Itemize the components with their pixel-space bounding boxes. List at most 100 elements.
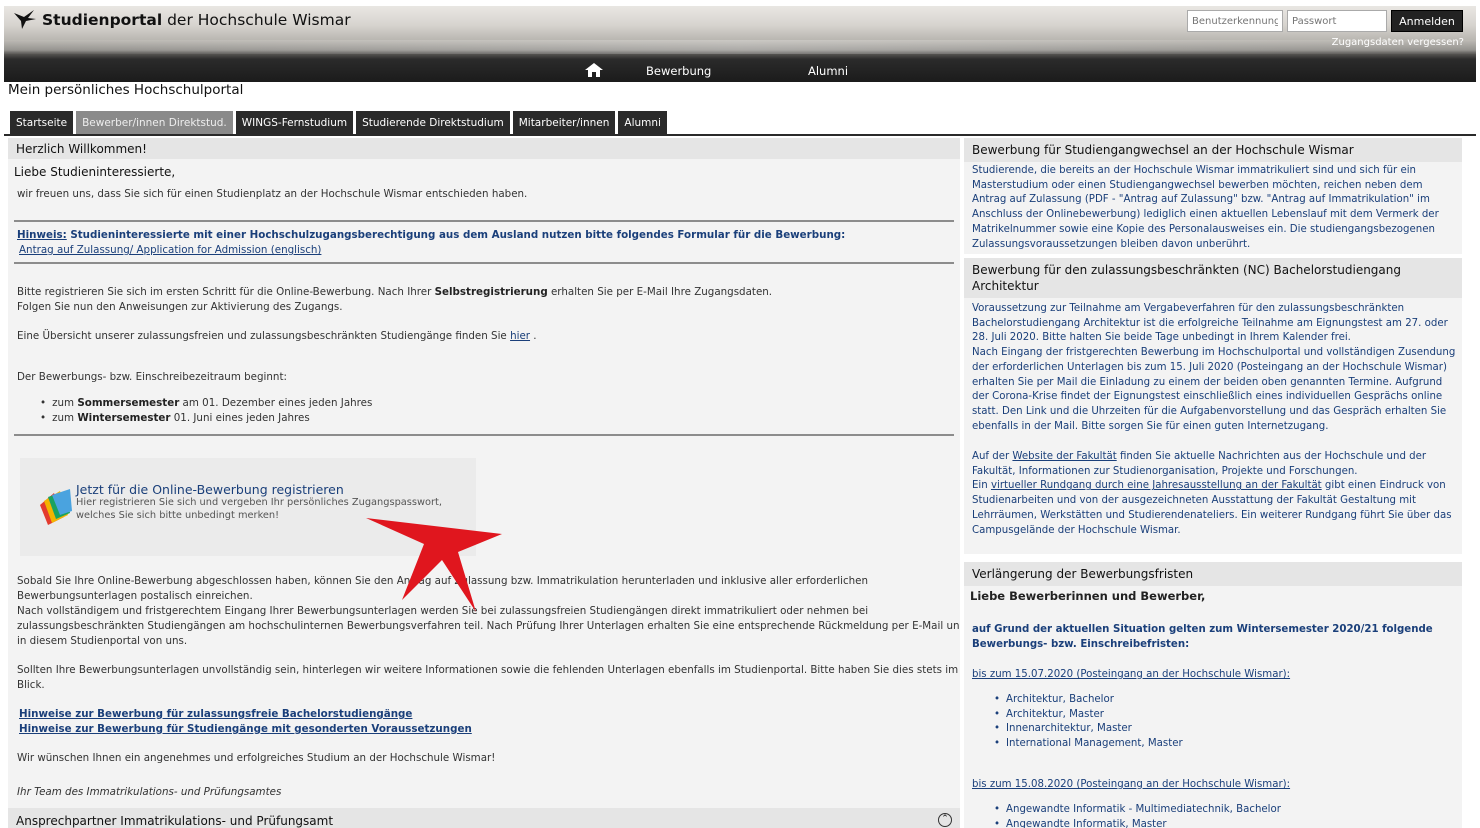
architecture-nc-text: Voraussetzung zur Teilnahme am Vergabeve… — [972, 302, 1455, 434]
welcome-greeting: Liebe Studieninteressierte, — [14, 165, 176, 179]
text-line: erhalten Sie per Mail die Einladung zu e… — [972, 376, 1443, 388]
tab-mitarbeiter[interactable]: Mitarbeiter/innen — [512, 111, 616, 135]
text-line: ebenfalls in der Mail. Bitte sorgen Sie … — [972, 420, 1329, 432]
deadline-greeting: Liebe Bewerberinnen und Bewerber, — [970, 589, 1206, 603]
list-item: Architektur, Master — [994, 708, 1183, 723]
text-line: Lehrräumen, Werkstätten und Studierenden… — [972, 509, 1452, 521]
period-pre: zum — [52, 412, 78, 424]
divider — [14, 434, 954, 436]
period-intro: Der Bewerbungs- bzw. Einschreibezeitraum… — [17, 371, 287, 383]
text-line: Nach Eingang der fristgerechten Bewerbun… — [972, 347, 1456, 359]
collapse-icon[interactable]: ⌃ — [938, 813, 952, 827]
deadline-july-list: Architektur, Bachelor Architektur, Maste… — [994, 693, 1183, 752]
hint-text: Studieninteressierte mit einer Hochschul… — [66, 229, 846, 241]
list-item: International Management, Master — [994, 737, 1183, 752]
header-background-haze — [4, 40, 1476, 54]
nav-bewerbung[interactable]: Bewerbung — [646, 64, 711, 78]
username-input[interactable] — [1187, 10, 1283, 32]
incomplete-docs-text: Sollten Ihre Bewerbungsunterlagen unvoll… — [17, 663, 958, 693]
study-change-block: Bewerbung für Studiengangwechsel an der … — [964, 138, 1462, 254]
reg-text-c: erhalten Sie per E-Mail Ihre Zugangsdate… — [547, 286, 773, 298]
heading-line: Architektur — [972, 279, 1039, 293]
study-change-text: Studierende, die bereits an der Hochschu… — [972, 164, 1439, 252]
paragraph-line: in diesem Studienportal von uns. — [17, 635, 188, 647]
period-list: zum Sommersemester am 01. Dezember eines… — [40, 396, 372, 426]
period-post: am 01. Dezember eines jeden Jahres — [179, 397, 373, 409]
site-logo[interactable]: Studienportal der Hochschule Wismar — [12, 9, 351, 31]
fak-post: finden Sie aktuelle Nachrichten aus der … — [1116, 451, 1427, 462]
deadline-august-link[interactable]: bis zum 15.08.2020 (Posteingang an der H… — [972, 778, 1290, 793]
architecture-nc-block: Bewerbung für den zulassungsbeschränkten… — [964, 258, 1462, 554]
overview-here-link[interactable]: hier — [510, 330, 530, 342]
tab-studierende-direktstudium[interactable]: Studierende Direktstudium — [356, 111, 510, 135]
registration-box-title[interactable]: Jetzt für die Online-Bewerbung registrie… — [76, 482, 344, 497]
news-sidebar: Bewerbung für Studiengangwechsel an der … — [964, 138, 1462, 828]
nav-alumni[interactable]: Alumni — [808, 64, 848, 78]
hint-special-requirements-link[interactable]: Hinweise zur Bewerbung für Studiengänge … — [19, 722, 472, 737]
forgot-credentials-link[interactable]: Zugangsdaten vergessen? — [1332, 37, 1464, 48]
faculty-website-link[interactable]: Website der Fakultät — [1012, 451, 1116, 462]
tab-bewerber-direktstudium[interactable]: Bewerber/innen Direktstud. — [76, 111, 233, 135]
home-icon[interactable] — [585, 63, 603, 77]
welcome-panel: Herzlich Willkommen! Liebe Studienintere… — [8, 138, 960, 828]
registration-instructions-2: Folgen Sie nun den Anweisungen zur Aktiv… — [17, 301, 343, 313]
text-line: Zulassungsvoraussetzungen bleiben davon … — [972, 238, 1251, 250]
hint-free-bachelor-link[interactable]: Hinweise zur Bewerbung für zulassungsfre… — [19, 707, 412, 722]
text-line: Studienarbeiten und von der ausgezeichne… — [972, 495, 1417, 507]
virtual-tour-link[interactable]: virtueller Rundgang durch eine Jahresaus… — [991, 480, 1322, 491]
contact-section-heading[interactable]: Ansprechpartner Immatrikulations- und Pr… — [8, 808, 960, 828]
text-line: auf Grund der aktuellen Situation gelten… — [972, 624, 1433, 635]
text-line: Bachelorstudiengang Architektur ist die … — [972, 317, 1448, 329]
text-line: Voraussetzung zur Teilnahme am Vergabeve… — [972, 303, 1405, 314]
closing-wish: Wir wünschen Ihnen ein angenehmes und er… — [17, 752, 496, 764]
heading-line: Bewerbung für den zulassungsbeschränkten… — [972, 263, 1401, 277]
tab-startseite[interactable]: Startseite — [10, 111, 74, 135]
fak-pre: Auf der — [972, 451, 1013, 462]
reg-sub-line: Hier registrieren Sie sich und vergeben … — [76, 497, 442, 508]
application-admission-link[interactable]: Antrag auf Zulassung/ Application for Ad… — [19, 243, 321, 258]
text-line: Fakultät, Informationen zur Studienorgan… — [972, 465, 1358, 477]
deadline-july-link[interactable]: bis zum 15.07.2020 (Posteingang an der H… — [972, 668, 1290, 683]
paragraph-line: zulassungsbeschränkten Studiengängen am … — [17, 620, 960, 632]
overview-text: Eine Übersicht unserer zulassungsfreien … — [17, 330, 537, 342]
period-bold: Sommersemester — [77, 397, 180, 409]
bird-logo-icon — [14, 10, 36, 29]
welcome-intro: wir freuen uns, dass Sie sich für einen … — [17, 188, 528, 200]
main-tabs: Startseite Bewerber/innen Direktstud. WI… — [10, 111, 667, 135]
list-item: Architektur, Bachelor — [994, 693, 1183, 708]
period-pre: zum — [52, 397, 78, 409]
tab-alumni[interactable]: Alumni — [618, 111, 667, 135]
study-change-heading: Bewerbung für Studiengangwechsel an der … — [964, 138, 1462, 162]
paragraph-line: Sollten Ihre Bewerbungsunterlagen unvoll… — [17, 664, 959, 676]
top-navigation: Bewerbung Alumni — [4, 58, 1476, 82]
architecture-nc-heading: Bewerbung für den zulassungsbeschränkten… — [964, 258, 1462, 298]
registration-instructions: Bitte registrieren Sie sich im ersten Sc… — [17, 285, 772, 300]
foreign-applicant-hint: Hinweis: Studieninteressierte mit einer … — [17, 228, 845, 243]
deadline-extension-block: Verlängerung der Bewerbungsfristen Liebe… — [964, 562, 1462, 828]
colorful-forms-icon — [40, 489, 72, 525]
tab-underline — [4, 134, 1476, 136]
divider — [14, 262, 954, 264]
red-arrow-annotation-icon — [366, 518, 502, 612]
text-line: der Corona-Krise findet der Eignungstest… — [972, 391, 1443, 403]
list-item: zum Wintersemester 01. Juni eines jeden … — [40, 411, 372, 426]
page-title: Mein persönliches Hochschulportal — [8, 82, 244, 98]
signature: Ihr Team des Immatrikulations- und Prüfu… — [17, 786, 282, 798]
period-post: 01. Juni eines jeden Jahres — [170, 412, 310, 424]
list-item: Angewandte Informatik - Multimediatechni… — [994, 803, 1281, 818]
deadline-intro: auf Grund der aktuellen Situation gelten… — [972, 623, 1433, 652]
text-line: Studierende, die bereits an der Hochschu… — [972, 165, 1417, 176]
tour-pre: Ein — [972, 480, 991, 492]
deadline-august-list: Angewandte Informatik - Multimediatechni… — [994, 803, 1281, 828]
login-button[interactable]: Anmelden — [1391, 10, 1463, 32]
tab-wings-fernstudium[interactable]: WINGS-Fernstudium — [235, 111, 354, 135]
text-line: der erforderlichen Unterlagen bis zum 15… — [972, 361, 1447, 373]
divider — [14, 220, 954, 222]
text-line: Campusgelände der Hochschule Wismar. — [972, 524, 1181, 536]
password-input[interactable] — [1287, 10, 1387, 32]
page-header: Studienportal der Hochschule Wismar Anme… — [4, 6, 1476, 82]
logo-text-bold: Studienportal — [42, 11, 163, 29]
text-line: Anschluss der Onlinebewerbung) lediglich… — [972, 209, 1439, 221]
reg-text-bold: Selbstregistrierung — [434, 286, 548, 298]
login-form: Anmelden — [1187, 10, 1463, 32]
